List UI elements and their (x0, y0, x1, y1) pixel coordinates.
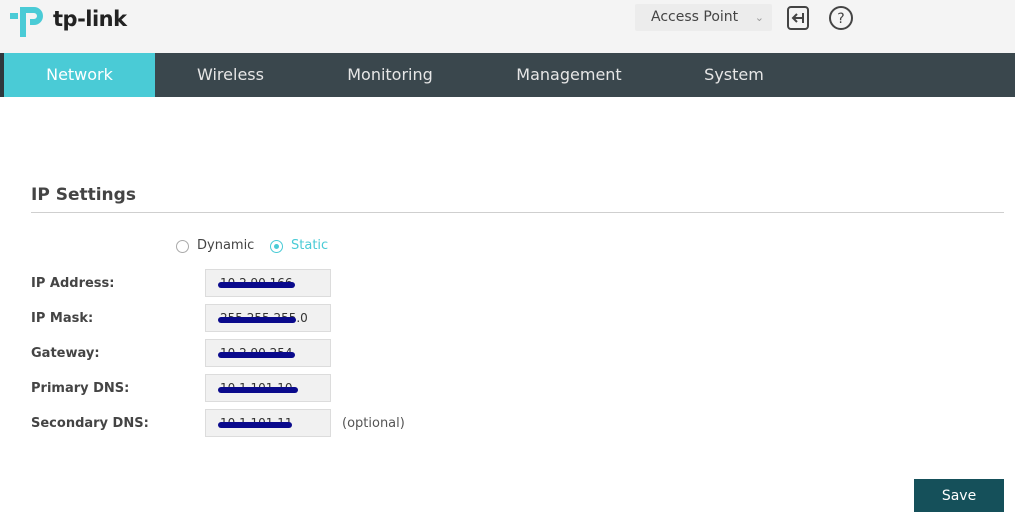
logo-text: tp-link (53, 7, 127, 31)
section-title: IP Settings (31, 185, 136, 205)
mode-select-value: Access Point (651, 9, 739, 25)
primary-dns-label: Primary DNS: (31, 381, 130, 396)
tab-wireless[interactable]: Wireless (155, 53, 306, 97)
redaction-mark (218, 282, 295, 288)
static-radio-label[interactable]: Static (291, 238, 328, 253)
ip-mask-label: IP Mask: (31, 311, 94, 326)
svg-text:?: ? (837, 11, 844, 27)
section-divider (31, 212, 1004, 213)
main-nav: Network Wireless Monitoring Management S… (0, 53, 1015, 97)
top-header: tp-link Access Point ⌄ ? (0, 0, 1015, 53)
logout-icon[interactable] (785, 5, 811, 31)
static-radio[interactable] (270, 240, 283, 253)
redaction-mark (218, 317, 296, 323)
redaction-mark (218, 352, 295, 358)
secondary-dns-input[interactable]: 10.1.101.11 (205, 409, 331, 437)
primary-dns-input[interactable]: 10.1.101.10 (205, 374, 331, 402)
help-icon[interactable]: ? (828, 5, 854, 31)
gateway-label: Gateway: (31, 346, 100, 361)
dynamic-radio[interactable] (176, 240, 189, 253)
chevron-down-icon: ⌄ (754, 11, 764, 24)
ip-mask-input[interactable]: 255.255.255.0 (205, 304, 331, 332)
optional-note: (optional) (342, 416, 405, 431)
mode-select[interactable]: Access Point ⌄ (635, 4, 772, 31)
secondary-dns-label: Secondary DNS: (31, 416, 149, 431)
gateway-input[interactable]: 10.2.90.254 (205, 339, 331, 367)
tab-management[interactable]: Management (494, 53, 644, 97)
ip-address-label: IP Address: (31, 276, 115, 291)
tp-link-logo[interactable]: tp-link (10, 2, 140, 42)
redaction-mark (218, 422, 292, 428)
tab-network[interactable]: Network (4, 53, 155, 97)
dynamic-radio-label[interactable]: Dynamic (197, 238, 254, 253)
ip-address-input[interactable]: 10.2.90.166 (205, 269, 331, 297)
tab-monitoring[interactable]: Monitoring (316, 53, 464, 97)
tab-system[interactable]: System (674, 53, 794, 97)
redaction-mark (218, 387, 298, 393)
tp-link-logo-icon (10, 7, 43, 37)
save-button[interactable]: Save (914, 479, 1004, 512)
